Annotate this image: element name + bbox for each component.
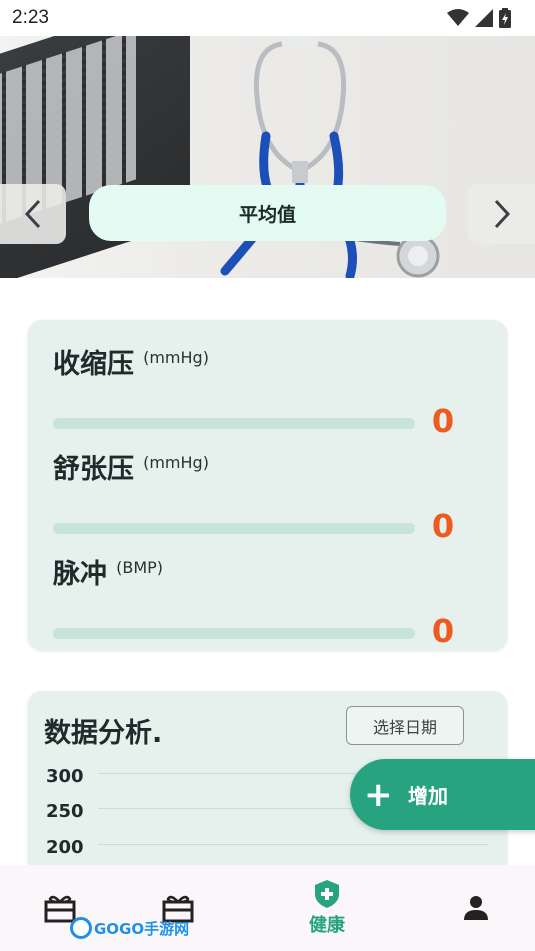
status-time: 2:23 bbox=[12, 7, 49, 28]
pulse-bar bbox=[53, 628, 415, 639]
pulse-label: 脉冲 bbox=[53, 559, 107, 590]
diastolic-bar bbox=[53, 523, 415, 534]
nav-label-health: 健康 bbox=[309, 915, 345, 936]
add-button[interactable]: + 增加 bbox=[350, 759, 535, 830]
watermark-text: GOGO手游网 bbox=[94, 919, 190, 938]
health-shield-icon bbox=[315, 880, 339, 908]
hero-banner: 平均值 bbox=[0, 36, 535, 278]
signal-icon bbox=[475, 9, 493, 27]
nav-item-health[interactable]: 健康 bbox=[282, 865, 372, 951]
status-icons bbox=[447, 8, 511, 28]
vitals-card: 收缩压 (mmHg) 0 舒张压 (mmHg) 0 脉冲 (BMP) 0 bbox=[28, 320, 507, 650]
prev-banner-button[interactable] bbox=[0, 184, 66, 244]
diastolic-unit: (mmHg) bbox=[143, 453, 209, 472]
stethoscope-image bbox=[220, 37, 440, 278]
systolic-bar bbox=[53, 418, 415, 429]
y-tick-250: 250 bbox=[46, 801, 84, 822]
battery-charging-icon bbox=[499, 8, 511, 28]
systolic-label: 收缩压 bbox=[53, 349, 134, 380]
select-date-button[interactable]: 选择日期 bbox=[346, 706, 464, 745]
systolic-row: 收缩压 (mmHg) 0 bbox=[53, 342, 483, 440]
pulse-unit: (BMP) bbox=[116, 558, 164, 577]
chevron-left-icon bbox=[24, 199, 41, 229]
pulse-value: 0 bbox=[431, 612, 455, 650]
average-label: 平均值 bbox=[238, 203, 296, 226]
watermark-circle-icon bbox=[70, 917, 92, 939]
diastolic-value: 0 bbox=[431, 507, 455, 545]
systolic-value: 0 bbox=[431, 402, 455, 440]
pulse-row: 脉冲 (BMP) 0 bbox=[53, 552, 483, 650]
chevron-right-icon bbox=[494, 199, 510, 229]
watermark-logo: GOGO手游网 bbox=[70, 915, 189, 941]
nav-item-profile[interactable] bbox=[431, 865, 521, 951]
add-label: 增加 bbox=[408, 784, 448, 808]
systolic-unit: (mmHg) bbox=[143, 348, 209, 367]
plus-icon: + bbox=[364, 774, 393, 815]
average-button[interactable]: 平均值 bbox=[89, 185, 446, 241]
y-tick-200: 200 bbox=[46, 837, 84, 858]
status-bar: 2:23 bbox=[0, 0, 535, 36]
grid-line bbox=[98, 844, 488, 845]
diastolic-row: 舒张压 (mmHg) 0 bbox=[53, 447, 483, 545]
y-tick-300: 300 bbox=[46, 766, 84, 787]
wifi-icon bbox=[447, 9, 469, 26]
person-icon bbox=[464, 896, 488, 920]
analysis-title: 数据分析. bbox=[44, 718, 163, 749]
diastolic-label: 舒张压 bbox=[53, 454, 134, 485]
next-banner-button[interactable] bbox=[468, 184, 535, 244]
